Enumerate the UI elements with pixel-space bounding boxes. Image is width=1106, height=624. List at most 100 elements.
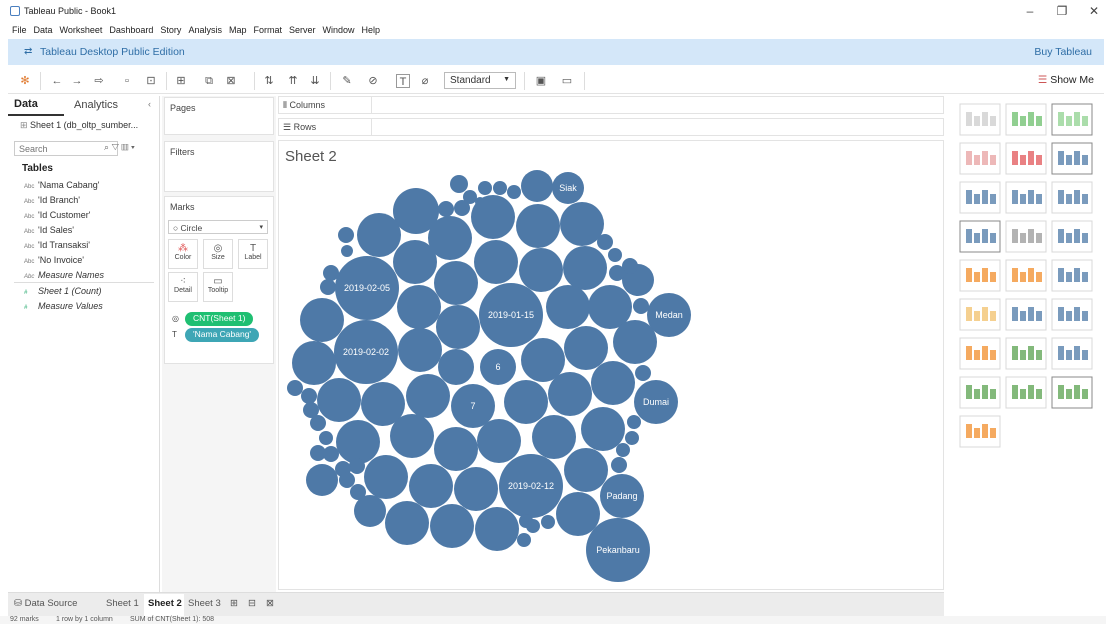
field-item[interactable]: Abc 'Nama Cabang' (24, 180, 99, 190)
bubble-mark[interactable] (300, 298, 344, 342)
bubble-mark[interactable] (627, 415, 641, 429)
bubble-mark[interactable] (393, 240, 437, 284)
bubble-mark[interactable] (306, 464, 338, 496)
menu-item-data[interactable]: Data (34, 25, 53, 35)
menu-item-help[interactable]: Help (362, 25, 381, 35)
bubble-mark[interactable] (354, 495, 386, 527)
bullet-graph-thumb[interactable] (1005, 376, 1047, 409)
bubble-mark[interactable] (478, 181, 492, 195)
menu-item-window[interactable]: Window (323, 25, 355, 35)
bubble-mark[interactable] (517, 533, 531, 547)
bubble-mark[interactable] (292, 341, 336, 385)
bubble-mark[interactable] (310, 415, 326, 431)
bubble-mark[interactable] (564, 326, 608, 370)
horizontal-bar-thumb[interactable] (959, 181, 1001, 214)
menu-item-format[interactable]: Format (253, 25, 282, 35)
pages-card[interactable]: Pages (164, 97, 274, 135)
bubble-mark[interactable] (507, 185, 521, 199)
redo-icon[interactable]: → (70, 74, 84, 88)
stacked-bar-thumb[interactable] (1005, 181, 1047, 214)
bubble-mark[interactable] (616, 443, 630, 457)
bubble-mark[interactable] (581, 407, 625, 451)
box-plot-thumb[interactable] (1051, 337, 1093, 370)
columns-shelf[interactable]: ⦀ Columns (278, 96, 944, 114)
highlight-icon[interactable]: ✎ (340, 74, 354, 88)
tab-analytics[interactable]: Analytics (74, 99, 118, 111)
bubble-mark[interactable] (287, 380, 303, 396)
menu-item-map[interactable]: Map (229, 25, 247, 35)
datasource-item[interactable]: ⊞ Sheet 1 (db_oltp_sumber... (20, 120, 138, 131)
bubble-mark[interactable] (519, 248, 563, 292)
bubble-mark[interactable] (541, 515, 555, 529)
bubble-mark[interactable] (474, 240, 518, 284)
field-item[interactable]: Abc 'Id Sales' (24, 225, 74, 235)
bubble-mark[interactable] (454, 467, 498, 511)
bubble-mark[interactable] (409, 464, 453, 508)
bubble-mark[interactable] (471, 195, 515, 239)
symbol-map-thumb[interactable] (959, 142, 1001, 175)
bubble-mark[interactable] (625, 431, 639, 445)
label-pill[interactable]: 'Nama Cabang' (185, 328, 260, 342)
menu-item-file[interactable]: File (12, 25, 27, 35)
area-discrete-thumb[interactable] (1005, 298, 1047, 331)
tab-data-source[interactable]: ⛁ Data Source (14, 598, 77, 609)
bubble-mark[interactable] (434, 427, 478, 471)
field-item[interactable]: # Sheet 1 (Count) (24, 286, 102, 296)
duplicate-sheet-icon[interactable]: ⧉ (202, 74, 216, 88)
bubble-mark[interactable] (320, 279, 336, 295)
bubble-mark[interactable] (341, 245, 353, 257)
bubble-mark[interactable] (434, 261, 478, 305)
fit-dropdown[interactable]: Standard ▼ (444, 72, 516, 89)
area-continuous-thumb[interactable] (959, 298, 1001, 331)
bubble-mark[interactable] (349, 458, 365, 474)
pie-chart-thumb[interactable] (1051, 142, 1093, 175)
menu-item-server[interactable]: Server (289, 25, 316, 35)
field-item[interactable]: Abc Measure Names (24, 270, 104, 280)
label-button[interactable]: T Label (238, 239, 268, 269)
bubble-mark[interactable] (336, 420, 380, 464)
add-datasource-icon[interactable]: ⊡ (144, 74, 158, 88)
tableau-logo-icon[interactable]: ✻ (18, 74, 32, 88)
field-item[interactable]: Abc 'No Invoice' (24, 255, 84, 265)
size-pill[interactable]: CNT(Sheet 1) (185, 312, 254, 326)
bubble-mark[interactable] (560, 202, 604, 246)
replay-icon[interactable]: ⇨ (92, 74, 106, 88)
bubble-mark[interactable] (406, 374, 450, 418)
line-continuous-thumb[interactable] (959, 259, 1001, 292)
map-thumb[interactable] (959, 415, 1001, 448)
menu-item-analysis[interactable]: Analysis (188, 25, 222, 35)
close-button[interactable]: ✕ (1084, 3, 1104, 19)
swap-icon[interactable]: ⇅ (262, 74, 276, 88)
bubble-mark[interactable] (438, 349, 474, 385)
bubble-mark[interactable] (357, 213, 401, 257)
dual-combination-thumb[interactable] (1051, 298, 1093, 331)
save-icon[interactable]: ▫ (120, 74, 134, 88)
rows-shelf[interactable]: ☰ Rows (278, 118, 944, 136)
field-item[interactable]: # Measure Values (24, 301, 103, 311)
bubble-mark[interactable] (454, 200, 470, 216)
bubble-mark[interactable] (301, 388, 317, 404)
line-discrete-thumb[interactable] (1005, 259, 1047, 292)
bubble-mark[interactable] (398, 328, 442, 372)
histogram-thumb[interactable] (1005, 337, 1047, 370)
bubble-mark[interactable] (611, 457, 627, 473)
field-item[interactable]: Abc 'Id Branch' (24, 195, 80, 205)
color-button[interactable]: ⁂ Color (168, 239, 198, 269)
menu-item-worksheet[interactable]: Worksheet (60, 25, 103, 35)
new-worksheet-icon[interactable]: ⊞ (174, 74, 188, 88)
scatter-plot-thumb[interactable] (959, 337, 1001, 370)
fix-axes-icon[interactable]: ⌀ (418, 74, 432, 88)
bubble-mark[interactable] (556, 492, 600, 536)
bubble-mark[interactable] (339, 472, 355, 488)
bubble-mark[interactable] (546, 285, 590, 329)
sort-asc-icon[interactable]: ⇈ (286, 74, 300, 88)
sort-desc-icon[interactable]: ⇊ (308, 74, 322, 88)
bubble-mark[interactable] (532, 415, 576, 459)
tab-sheet-1[interactable]: Sheet 1 (106, 598, 139, 609)
side-by-side-bar-thumb[interactable] (1051, 181, 1093, 214)
bubble-mark[interactable] (430, 504, 474, 548)
tab-data[interactable]: Data (14, 98, 38, 110)
bubble-mark[interactable] (317, 378, 361, 422)
show-me-button[interactable]: ☰ Show Me (1038, 74, 1094, 86)
tab-sheet-3[interactable]: Sheet 3 (188, 598, 221, 609)
